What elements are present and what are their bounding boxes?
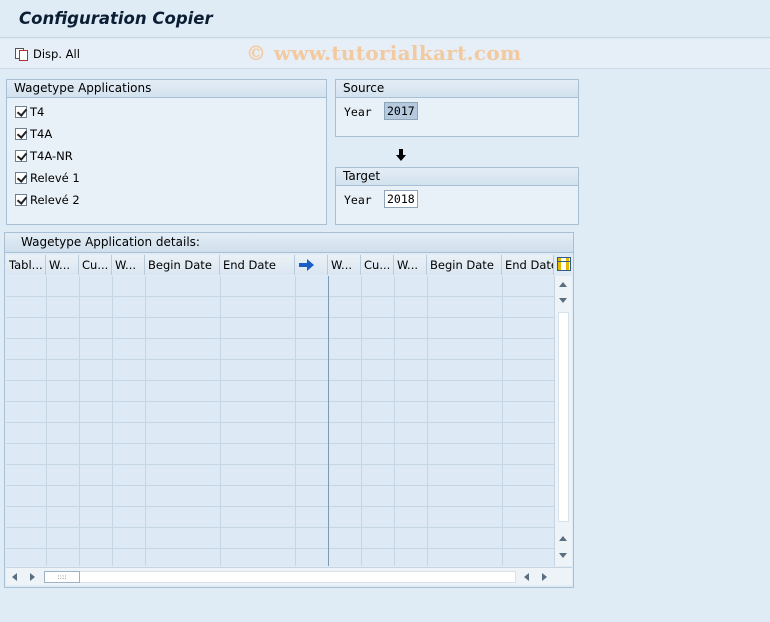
- checkbox-t4a-nr[interactable]: [15, 150, 27, 162]
- column-header-begin-date-2[interactable]: Begin Date: [427, 255, 502, 275]
- wagetype-applications-group: Wagetype Applications T4 T4A T4A-NR Rele…: [6, 79, 327, 225]
- table-row[interactable]: [6, 507, 554, 528]
- scroll-thumb[interactable]: ::::: [44, 571, 80, 583]
- column-divider: [79, 276, 80, 566]
- target-group: Target Year 2018: [335, 167, 579, 225]
- column-divider: [295, 276, 296, 566]
- table-row[interactable]: [6, 444, 554, 465]
- column-header-wagetype-4[interactable]: W...: [394, 255, 427, 275]
- column-header-begin-date-1[interactable]: Begin Date: [145, 255, 220, 275]
- disp-all-button[interactable]: Disp. All: [14, 45, 80, 63]
- target-year-field[interactable]: 2018: [384, 190, 418, 208]
- checkbox-t4a[interactable]: [15, 128, 27, 140]
- table-grid: [6, 276, 554, 570]
- column-divider: [394, 276, 395, 566]
- wagetype-details-title: Wagetype Application details:: [5, 233, 573, 253]
- disp-all-label: Disp. All: [33, 47, 80, 61]
- scroll-page-down-icon[interactable]: [559, 553, 567, 558]
- column-header-wagetype-3[interactable]: W...: [328, 255, 361, 275]
- table-row[interactable]: [6, 465, 554, 486]
- table-row[interactable]: [6, 297, 554, 318]
- table-row[interactable]: [6, 318, 554, 339]
- checkbox-releve-2[interactable]: [15, 194, 27, 206]
- column-divider: [145, 276, 146, 566]
- wagetype-details-table: Wagetype Application details: Tabl... W.…: [4, 232, 574, 588]
- scroll-track[interactable]: [558, 312, 569, 522]
- table-row[interactable]: [6, 402, 554, 423]
- down-arrow-icon: [396, 149, 406, 161]
- column-header-end-date-2[interactable]: End Date: [502, 255, 554, 275]
- checkbox-row-t4a[interactable]: T4A: [15, 126, 52, 142]
- column-divider: [361, 276, 362, 566]
- source-title: Source: [336, 80, 578, 98]
- column-divider: [427, 276, 428, 566]
- column-header-currency-1[interactable]: Cu...: [79, 255, 112, 275]
- table-row[interactable]: [6, 381, 554, 402]
- scroll-page-left-icon[interactable]: [524, 573, 529, 581]
- checkbox-row-t4a-nr[interactable]: T4A-NR: [15, 148, 73, 164]
- horizontal-scrollbar[interactable]: ::::: [6, 567, 572, 585]
- scroll-up-icon[interactable]: [559, 282, 567, 287]
- scroll-page-right-icon[interactable]: [542, 573, 547, 581]
- column-divider: [112, 276, 113, 566]
- table-row[interactable]: [6, 276, 554, 297]
- source-year-label: Year: [344, 105, 372, 119]
- checkbox-label-releve-2: Relevé 2: [30, 193, 80, 207]
- column-divider: [502, 276, 503, 566]
- scroll-left-icon[interactable]: [12, 573, 17, 581]
- title-bar: Configuration Copier: [0, 0, 770, 38]
- checkbox-row-releve-1[interactable]: Relevé 1: [15, 170, 80, 186]
- scroll-down-icon[interactable]: [559, 298, 567, 303]
- wagetype-applications-title: Wagetype Applications: [7, 80, 326, 98]
- right-arrow-icon: [299, 259, 314, 271]
- table-row[interactable]: [6, 339, 554, 360]
- table-row[interactable]: [6, 528, 554, 549]
- column-header-wagetype-2[interactable]: W...: [112, 255, 145, 275]
- column-header-wagetype-1[interactable]: W...: [46, 255, 79, 275]
- scroll-right-icon[interactable]: [30, 573, 35, 581]
- target-year-label: Year: [344, 193, 372, 207]
- table-row[interactable]: [6, 360, 554, 381]
- vertical-scrollbar[interactable]: [554, 276, 572, 566]
- checkbox-row-t4[interactable]: T4: [15, 104, 44, 120]
- column-divider: [220, 276, 221, 566]
- source-group: Source Year 2017: [335, 79, 579, 137]
- column-header-table[interactable]: Tabl...: [6, 255, 46, 275]
- watermark-text: © www.tutorialkart.com: [246, 41, 522, 65]
- checkbox-label-releve-1: Relevé 1: [30, 171, 80, 185]
- source-year-field[interactable]: 2017: [384, 102, 418, 120]
- checkbox-label-t4: T4: [30, 105, 45, 119]
- target-title: Target: [336, 168, 578, 186]
- table-row[interactable]: [6, 423, 554, 444]
- column-header-arrow: [295, 255, 328, 275]
- copy-pages-icon: [14, 47, 29, 62]
- table-settings-icon[interactable]: [557, 257, 571, 271]
- checkbox-label-t4a-nr: T4A-NR: [30, 149, 73, 163]
- checkbox-t4[interactable]: [15, 106, 27, 118]
- checkbox-releve-1[interactable]: [15, 172, 27, 184]
- checkbox-label-t4a: T4A: [30, 127, 53, 141]
- scroll-track[interactable]: [80, 571, 516, 583]
- column-divider: [328, 276, 329, 566]
- scroll-page-up-icon[interactable]: [559, 536, 567, 541]
- checkbox-row-releve-2[interactable]: Relevé 2: [15, 192, 80, 208]
- table-row[interactable]: [6, 486, 554, 507]
- column-header-currency-2[interactable]: Cu...: [361, 255, 394, 275]
- page-title: Configuration Copier: [19, 9, 213, 28]
- column-divider: [46, 276, 47, 566]
- column-header-end-date-1[interactable]: End Date: [220, 255, 295, 275]
